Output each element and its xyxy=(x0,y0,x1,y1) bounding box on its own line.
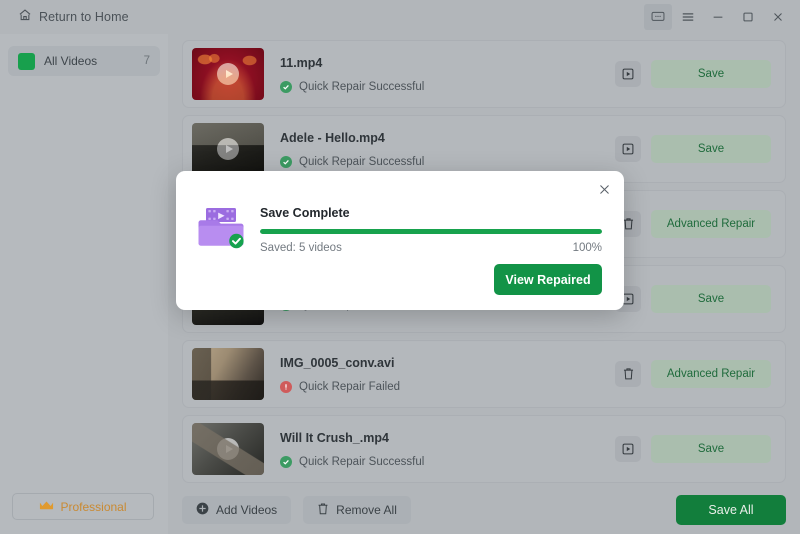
menu-icon[interactable] xyxy=(674,4,702,30)
video-play-icon xyxy=(18,52,35,70)
sidebar-item-count: 7 xyxy=(143,55,150,67)
row-actions: Save xyxy=(615,60,771,88)
save-all-button[interactable]: Save All xyxy=(676,495,786,525)
play-icon[interactable] xyxy=(615,61,641,87)
video-file-name: Will It Crush_.mp4 xyxy=(280,430,389,445)
view-repaired-button[interactable]: View Repaired xyxy=(494,264,602,295)
video-thumbnail[interactable] xyxy=(192,123,264,175)
advanced-repair-button[interactable]: Advanced Repair xyxy=(651,360,771,388)
thumbnail-play-icon xyxy=(217,63,239,85)
video-info: 11.mp4 Quick Repair Successful xyxy=(280,56,615,93)
row-actions: Advanced Repair xyxy=(615,210,771,238)
home-icon xyxy=(18,8,32,27)
success-check-icon xyxy=(280,80,292,93)
success-check-icon xyxy=(280,455,292,468)
add-videos-button[interactable]: Add Videos xyxy=(182,496,292,524)
progress-meta: Saved: 5 videos 100% xyxy=(260,242,602,254)
video-file-name: IMG_0005_conv.avi xyxy=(280,355,395,370)
save-button[interactable]: Save xyxy=(651,60,771,88)
minimize-icon[interactable] xyxy=(704,4,732,30)
video-thumbnail[interactable] xyxy=(192,423,264,475)
video-file-name: 11.mp4 xyxy=(280,55,323,70)
save-button[interactable]: Save xyxy=(651,435,771,463)
close-icon[interactable] xyxy=(764,4,792,30)
remove-all-label: Remove All xyxy=(336,503,397,517)
return-to-home-label: Return to Home xyxy=(39,10,129,24)
play-icon[interactable] xyxy=(615,136,641,162)
progress-bar xyxy=(260,229,602,234)
progress-bar-fill xyxy=(260,229,602,234)
thumbnail-play-icon xyxy=(217,438,239,460)
remove-all-button[interactable]: Remove All xyxy=(303,496,411,524)
sidebar-item-all-videos[interactable]: All Videos 7 xyxy=(8,46,160,76)
video-info: IMG_0005_conv.avi Quick Repair Failed xyxy=(280,356,615,393)
video-status: Quick Repair Successful xyxy=(280,155,615,168)
return-to-home-button[interactable]: Return to Home xyxy=(12,4,135,31)
video-info: Will It Crush_.mp4 Quick Repair Successf… xyxy=(280,431,615,468)
video-info: Adele - Hello.mp4 Quick Repair Successfu… xyxy=(280,131,615,168)
advanced-repair-button[interactable]: Advanced Repair xyxy=(651,210,771,238)
video-status-label: Quick Repair Successful xyxy=(299,455,425,468)
save-button[interactable]: Save xyxy=(651,285,771,313)
video-status-label: Quick Repair Failed xyxy=(299,380,400,393)
row-actions: Advanced Repair xyxy=(615,360,771,388)
video-status: Quick Repair Successful xyxy=(280,455,615,468)
add-videos-label: Add Videos xyxy=(216,503,278,517)
plus-circle-icon xyxy=(196,502,209,518)
dialog-body: Save Complete Saved: 5 videos 100% xyxy=(196,204,602,254)
crown-icon xyxy=(39,498,54,516)
table-row[interactable]: 11.mp4 Quick Repair Successful Save xyxy=(182,40,786,108)
window-controls xyxy=(644,0,792,34)
video-thumbnail[interactable] xyxy=(192,348,264,400)
video-status: Quick Repair Successful xyxy=(280,80,615,93)
thumbnail-play-icon xyxy=(217,138,239,160)
error-exclamation-icon xyxy=(280,380,292,393)
save-complete-dialog: Save Complete Saved: 5 videos 100% View … xyxy=(176,171,624,310)
video-file-name: Adele - Hello.mp4 xyxy=(280,130,385,145)
progress-percent-label: 100% xyxy=(572,242,602,254)
saved-count-label: Saved: 5 videos xyxy=(260,242,342,254)
trash-icon xyxy=(317,502,329,519)
app-window: Return to Home All Videos 7 Professional… xyxy=(0,0,800,534)
video-status-label: Quick Repair Successful xyxy=(299,80,425,93)
save-button[interactable]: Save xyxy=(651,135,771,163)
row-actions: Save xyxy=(615,285,771,313)
bottom-toolbar: Add Videos Remove All Save All xyxy=(168,486,800,534)
feedback-icon[interactable] xyxy=(644,4,672,30)
title-bar: Return to Home xyxy=(0,0,800,34)
maximize-icon[interactable] xyxy=(734,4,762,30)
close-icon[interactable] xyxy=(594,179,614,199)
video-thumbnail[interactable] xyxy=(192,48,264,100)
dialog-title: Save Complete xyxy=(260,206,350,220)
success-check-icon xyxy=(280,155,292,168)
sidebar-item-label: All Videos xyxy=(44,54,98,68)
trash-icon[interactable] xyxy=(615,361,641,387)
table-row[interactable]: Will It Crush_.mp4 Quick Repair Successf… xyxy=(182,415,786,483)
video-status-label: Quick Repair Successful xyxy=(299,155,425,168)
folder-video-success-icon xyxy=(196,204,246,250)
row-actions: Save xyxy=(615,435,771,463)
row-actions: Save xyxy=(615,135,771,163)
progress-section: Save Complete Saved: 5 videos 100% xyxy=(260,204,602,254)
table-row[interactable]: IMG_0005_conv.avi Quick Repair Failed Ad… xyxy=(182,340,786,408)
professional-upgrade-button[interactable]: Professional xyxy=(12,493,154,520)
video-status: Quick Repair Failed xyxy=(280,380,615,393)
sidebar: All Videos 7 Professional xyxy=(0,34,168,534)
play-icon[interactable] xyxy=(615,436,641,462)
professional-label: Professional xyxy=(60,499,127,514)
